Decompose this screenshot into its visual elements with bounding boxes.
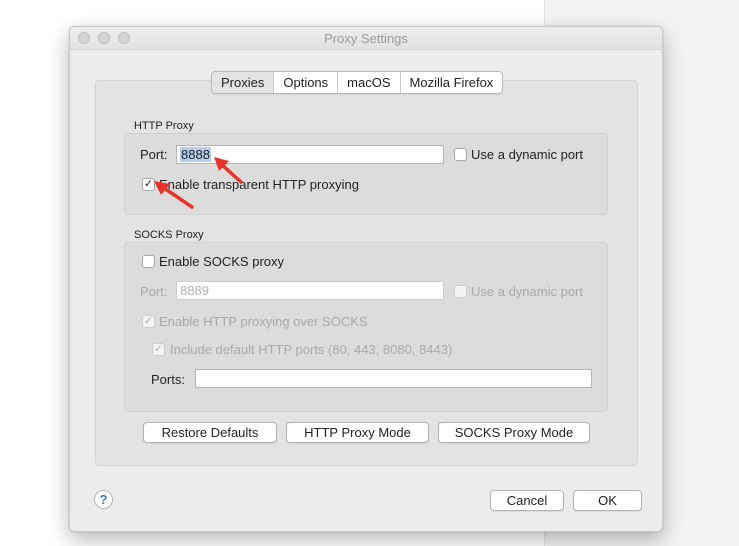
tab-macos[interactable]: macOS <box>337 72 399 93</box>
http-proxy-mode-button[interactable]: HTTP Proxy Mode <box>286 422 429 443</box>
socks-proxy-group-label: SOCKS Proxy <box>134 229 204 241</box>
http-dynamic-port-label: Use a dynamic port <box>471 147 583 162</box>
cancel-button[interactable]: Cancel <box>490 490 564 511</box>
tab-options[interactable]: Options <box>273 72 337 93</box>
help-button[interactable]: ? <box>94 490 113 509</box>
default-ports-checkbox[interactable]: ✓ <box>152 343 165 356</box>
restore-defaults-button[interactable]: Restore Defaults <box>143 422 277 443</box>
http-dynamic-port-checkbox[interactable] <box>454 148 467 161</box>
socks-port-input[interactable]: 8889 <box>176 281 444 300</box>
default-ports-label: Include default HTTP ports (80, 443, 808… <box>170 342 453 357</box>
ok-button[interactable]: OK <box>573 490 642 511</box>
proxy-settings-window: Proxy Settings Proxies Options macOS Moz… <box>69 26 663 532</box>
title-bar: Proxy Settings <box>70 27 662 50</box>
socks-dynamic-port-checkbox[interactable] <box>454 285 467 298</box>
ports-label: Ports: <box>151 372 185 387</box>
tab-proxies[interactable]: Proxies <box>212 72 274 93</box>
ports-input[interactable] <box>195 369 592 388</box>
http-over-socks-checkbox[interactable]: ✓ <box>142 315 155 328</box>
http-port-label: Port: <box>140 147 168 162</box>
http-proxy-group-label: HTTP Proxy <box>134 120 194 132</box>
socks-dynamic-port-label: Use a dynamic port <box>471 284 583 299</box>
enable-socks-label: Enable SOCKS proxy <box>159 254 285 269</box>
enable-socks-checkbox[interactable] <box>142 255 155 268</box>
socks-port-label: Port: <box>140 284 168 299</box>
annotation-arrow-checkbox-icon <box>154 181 194 209</box>
tab-bar: Proxies Options macOS Mozilla Firefox <box>211 71 504 94</box>
window-title: Proxy Settings <box>324 31 408 46</box>
tab-mozilla-firefox[interactable]: Mozilla Firefox <box>399 72 503 93</box>
socks-proxy-mode-button[interactable]: SOCKS Proxy Mode <box>438 422 590 443</box>
http-over-socks-label: Enable HTTP proxying over SOCKS <box>159 314 368 329</box>
annotation-arrow-port-icon <box>214 157 243 184</box>
